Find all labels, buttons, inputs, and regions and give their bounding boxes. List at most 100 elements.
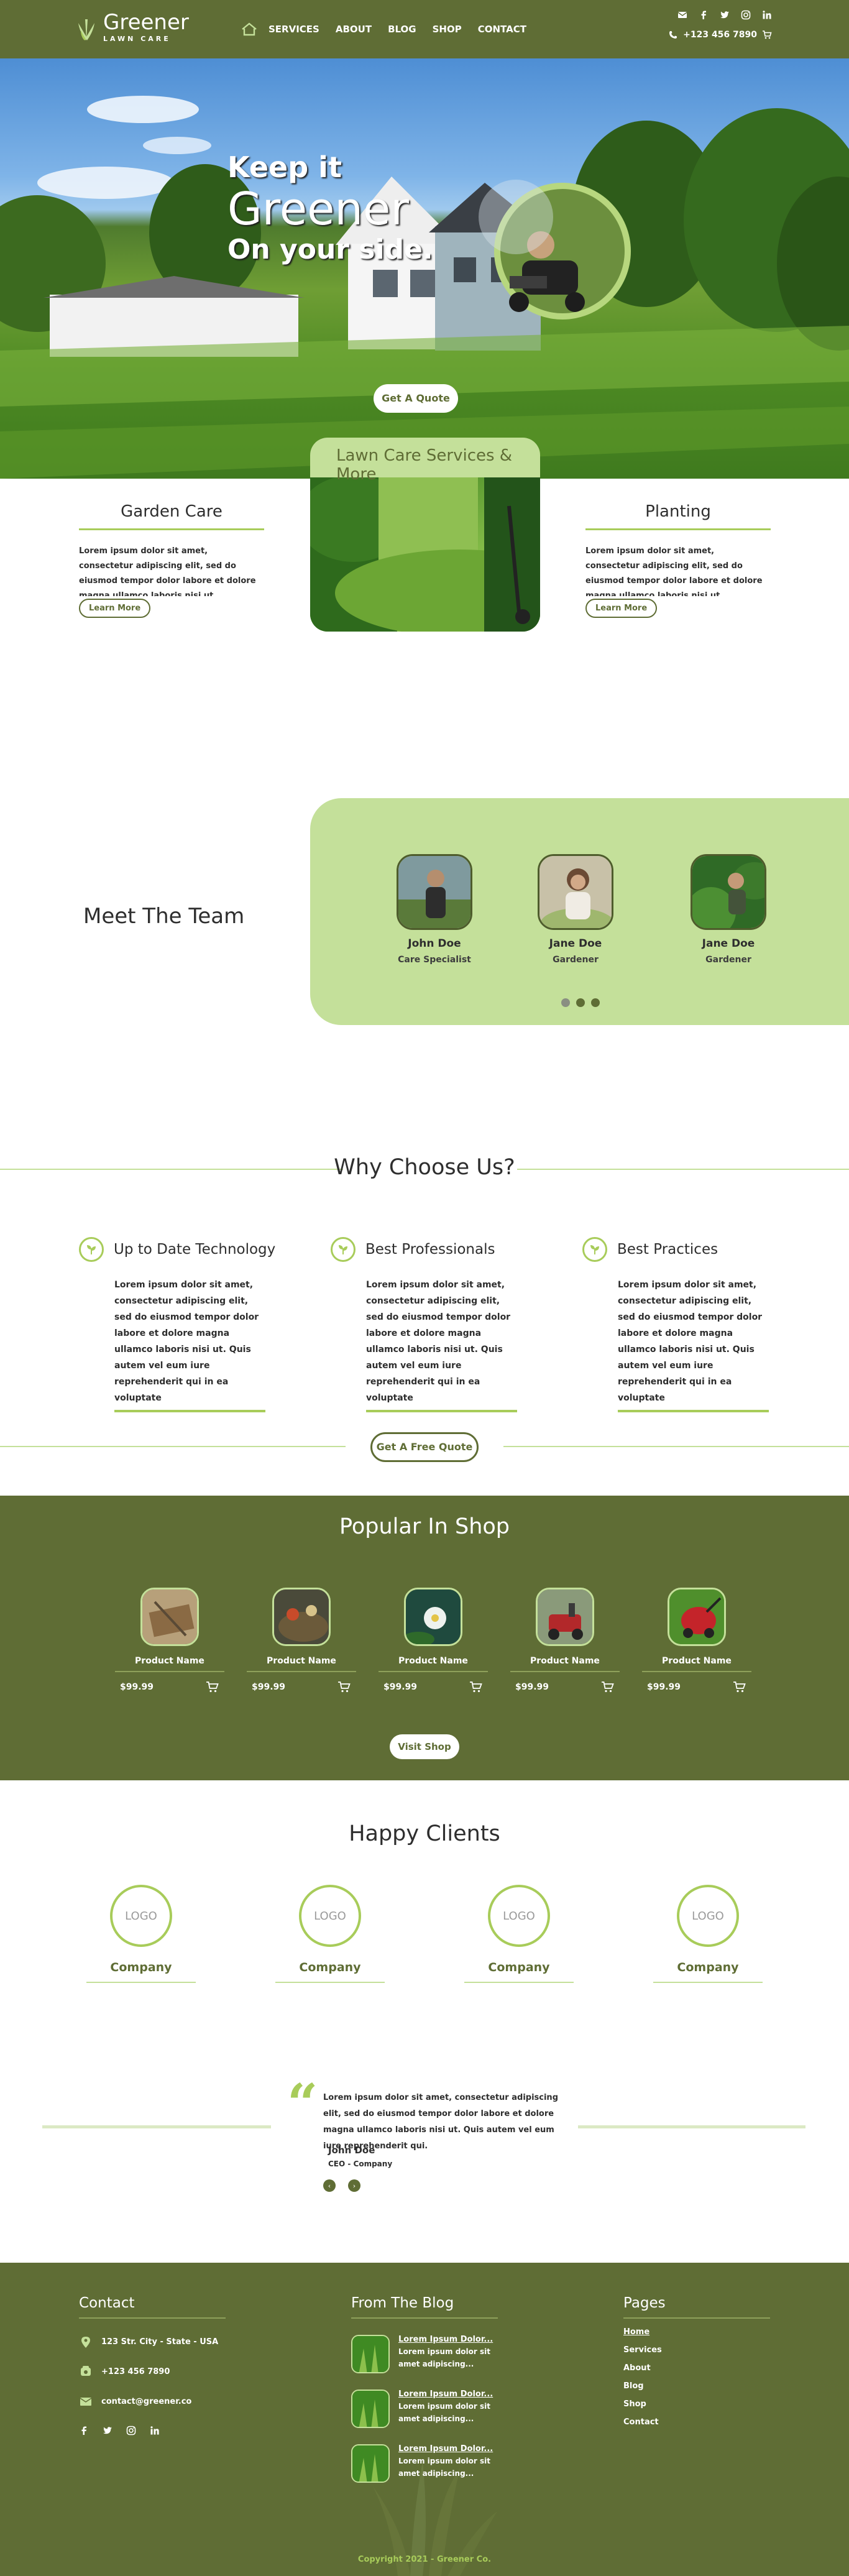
phone-icon <box>81 2366 91 2376</box>
client-logo-ring: LOGO <box>488 1885 550 1947</box>
twitter-icon[interactable] <box>103 2426 112 2436</box>
product-card[interactable]: Product Name $99.99 <box>115 1588 224 1693</box>
blog-post[interactable]: Lorem Ipsum Dolor... Lorem ipsum dolor s… <box>351 2335 498 2373</box>
client-logo[interactable]: LOGO Company <box>86 1885 196 1983</box>
nav-item-shop[interactable]: SHOP <box>433 24 462 35</box>
cart-icon[interactable] <box>733 1681 746 1693</box>
why-section: Why Choose Us? Up to Date Technology Lor… <box>0 1102 849 1496</box>
footer-phone[interactable]: +123 456 7890 <box>101 2367 170 2376</box>
why-item-text: Lorem ipsum dolor sit amet, consectetur … <box>618 1277 769 1412</box>
cart-icon[interactable] <box>469 1681 483 1693</box>
blog-post-title[interactable]: Lorem Ipsum Dolor... <box>398 2444 498 2454</box>
footer-address: 123 Str. City - State - USA <box>101 2337 219 2347</box>
instagram-icon[interactable] <box>126 2426 136 2436</box>
why-item-title: Up to Date Technology <box>114 1241 276 1258</box>
product-card[interactable]: Product Name $99.99 <box>510 1588 620 1693</box>
clients-section: Happy Clients LOGO Company LOGO Company … <box>0 1780 849 2263</box>
member-role: Gardener <box>705 955 751 965</box>
blog-post-title[interactable]: Lorem Ipsum Dolor... <box>398 2335 498 2344</box>
learn-more-button[interactable]: Learn More <box>585 599 658 618</box>
linkedin-icon[interactable] <box>762 10 772 20</box>
team-member[interactable]: Jane Doe Gardener <box>526 854 625 965</box>
client-logo[interactable]: LOGO Company <box>653 1885 763 1983</box>
product-card[interactable]: Product Name $99.99 <box>642 1588 751 1693</box>
free-quote-button[interactable]: Get A Free Quote <box>370 1432 479 1462</box>
footer-pages: Pages Home Services About Blog Shop Cont… <box>623 2295 770 2427</box>
client-logo-ring: LOGO <box>299 1885 361 1947</box>
carousel-dot[interactable] <box>561 998 570 1007</box>
nav-item-contact[interactable]: CONTACT <box>478 24 526 35</box>
facebook-icon[interactable] <box>699 10 709 20</box>
member-photo <box>691 854 766 930</box>
product-card[interactable]: Product Name $99.99 <box>379 1588 488 1693</box>
cart-icon[interactable] <box>206 1681 219 1693</box>
member-name: Jane Doe <box>549 937 602 950</box>
team-member[interactable]: John Doe Care Specialist <box>385 854 484 965</box>
carousel-dot[interactable] <box>591 998 600 1007</box>
why-item-title: Best Practices <box>617 1241 718 1258</box>
service-text: Lorem ipsum dolor sit amet, consectetur … <box>79 546 256 596</box>
blog-post-title[interactable]: Lorem Ipsum Dolor... <box>398 2390 498 2399</box>
sprout-icon <box>79 1237 104 1262</box>
product-name: Product Name <box>115 1656 224 1672</box>
mail-icon[interactable] <box>677 10 687 20</box>
hero-headline: Keep it Greener On your side. <box>227 150 433 265</box>
divider <box>0 1446 346 1447</box>
client-logo[interactable]: LOGO Company <box>275 1885 385 1983</box>
product-card[interactable]: Product Name $99.99 <box>247 1588 356 1693</box>
visit-shop-button[interactable]: Visit Shop <box>390 1734 459 1759</box>
cart-icon[interactable] <box>337 1681 351 1693</box>
nav-item-services[interactable]: SERVICES <box>268 24 319 35</box>
divider <box>578 2125 805 2128</box>
brand-logo[interactable]: Greener LAWN CARE <box>77 11 189 43</box>
footer-link-shop[interactable]: Shop <box>623 2399 770 2409</box>
member-role: Gardener <box>553 955 599 965</box>
next-testimonial-button[interactable]: › <box>348 2179 360 2192</box>
footer-link-blog[interactable]: Blog <box>623 2381 770 2391</box>
blog-post[interactable]: Lorem Ipsum Dolor... Lorem ipsum dolor s… <box>351 2390 498 2428</box>
home-icon[interactable] <box>241 22 257 36</box>
prev-testimonial-button[interactable]: ‹ <box>323 2179 336 2192</box>
team-section: Meet The Team John Doe Care Specialist J… <box>0 716 849 1102</box>
grass-logo-icon <box>78 19 94 40</box>
mail-icon <box>80 2398 92 2406</box>
client-logo[interactable]: LOGO Company <box>464 1885 574 1983</box>
carousel-dot[interactable] <box>576 998 585 1007</box>
site-header: Greener LAWN CARE SERVICES ABOUT BLOG SH… <box>0 0 849 58</box>
quote-icon: “ <box>287 2072 318 2135</box>
site-footer: Contact 123 Str. City - State - USA +123… <box>0 2263 849 2576</box>
get-quote-button[interactable]: Get A Quote <box>374 384 458 413</box>
services-image: Lawn Care Services & More <box>310 438 540 632</box>
divider <box>42 2125 271 2128</box>
product-image <box>668 1588 726 1646</box>
hero-line-2: Greener <box>227 183 409 235</box>
footer-email[interactable]: contact@greener.co <box>101 2397 191 2406</box>
twitter-icon[interactable] <box>720 10 730 20</box>
learn-more-button[interactable]: Learn More <box>79 599 151 618</box>
facebook-icon[interactable] <box>79 2426 89 2436</box>
footer-link-home[interactable]: Home <box>623 2327 770 2337</box>
footer-link-contact[interactable]: Contact <box>623 2417 770 2427</box>
copyright: Copyright 2021 - Greener Co. <box>357 2555 492 2564</box>
cart-icon[interactable] <box>601 1681 615 1693</box>
hero-section: Keep it Greener On your side. Get A Quot… <box>0 58 849 479</box>
divider <box>517 1169 849 1170</box>
nav-item-about[interactable]: ABOUT <box>336 24 372 35</box>
instagram-icon[interactable] <box>741 10 751 20</box>
linkedin-icon[interactable] <box>150 2426 160 2436</box>
brand-name: Greener <box>103 10 189 35</box>
product-name: Product Name <box>247 1656 356 1672</box>
client-name: Company <box>86 1961 196 1983</box>
divider <box>503 1446 849 1447</box>
blog-post[interactable]: Lorem Ipsum Dolor... Lorem ipsum dolor s… <box>351 2444 498 2483</box>
nav-item-blog[interactable]: BLOG <box>388 24 416 35</box>
team-member[interactable]: Jane Doe Gardener <box>679 854 778 965</box>
product-image <box>140 1588 199 1646</box>
brand-tagline: LAWN CARE <box>103 35 171 43</box>
footer-pages-title: Pages <box>623 2295 770 2319</box>
header-phone[interactable]: +123 456 7890 <box>683 30 757 40</box>
footer-link-about[interactable]: About <box>623 2363 770 2373</box>
cart-icon[interactable] <box>762 30 772 40</box>
footer-link-services[interactable]: Services <box>623 2345 770 2355</box>
member-name: John Doe <box>408 937 461 950</box>
